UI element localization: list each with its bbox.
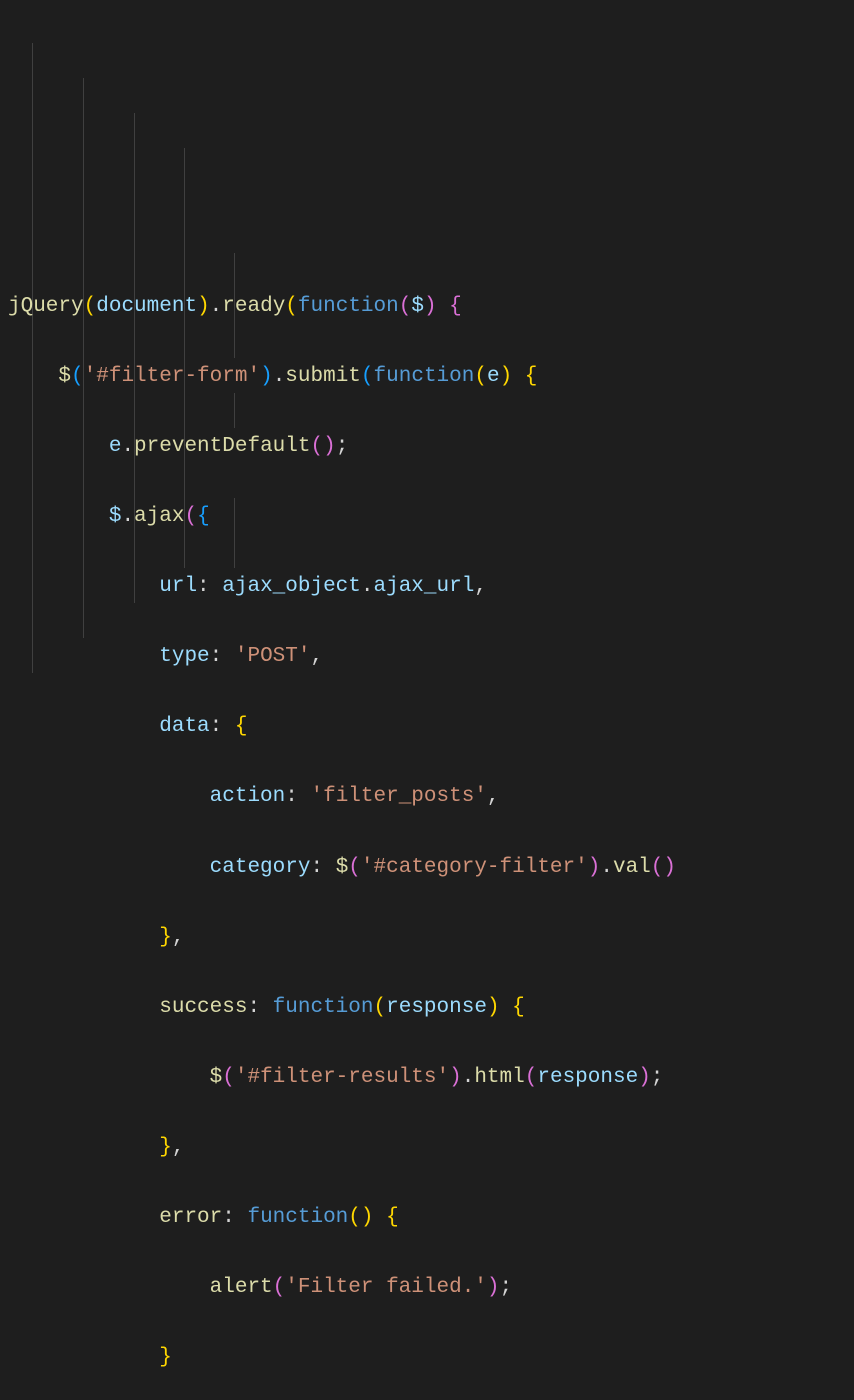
code-line: $.ajax({: [8, 499, 854, 534]
code-line: error: function() {: [8, 1200, 854, 1235]
code-line: data: {: [8, 709, 854, 744]
code-line: jQuery(document).ready(function($) {: [8, 289, 854, 324]
code-line: e.preventDefault();: [8, 429, 854, 464]
code-line: action: 'filter_posts',: [8, 779, 854, 814]
code-line: category: $('#category-filter').val(): [8, 850, 854, 885]
code-line: },: [8, 1130, 854, 1165]
code-line: success: function(response) {: [8, 990, 854, 1025]
code-line: url: ajax_object.ajax_url,: [8, 569, 854, 604]
code-line: $('#filter-results').html(response);: [8, 1060, 854, 1095]
code-line: },: [8, 920, 854, 955]
code-line: type: 'POST',: [8, 639, 854, 674]
code-line: }: [8, 1340, 854, 1375]
code-editor[interactable]: jQuery(document).ready(function($) { $('…: [0, 0, 854, 1400]
code-line: alert('Filter failed.');: [8, 1270, 854, 1305]
code-line: $('#filter-form').submit(function(e) {: [8, 359, 854, 394]
